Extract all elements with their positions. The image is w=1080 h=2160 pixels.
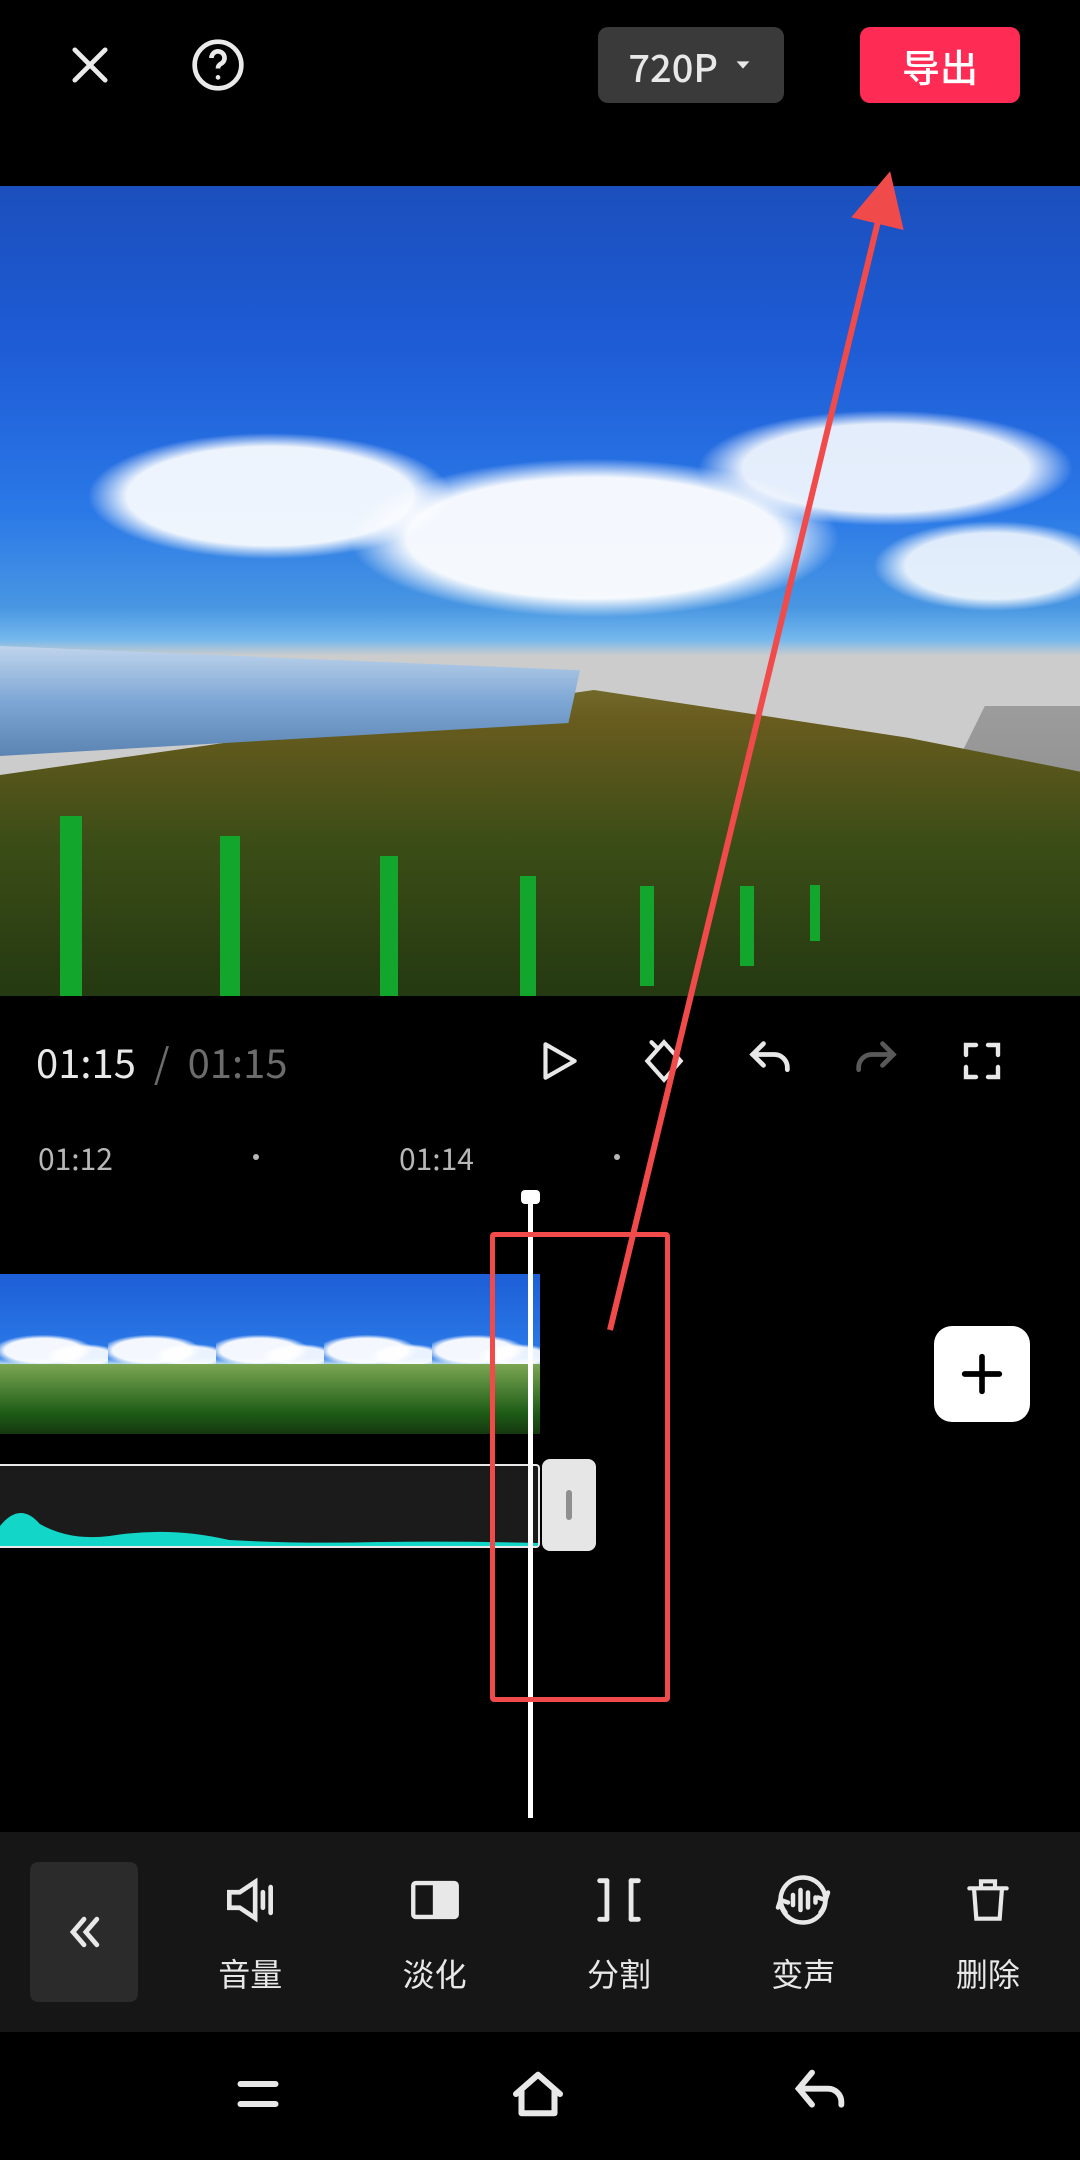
tool-label: 变声 bbox=[771, 1950, 835, 1996]
trash-icon bbox=[960, 1868, 1016, 1932]
edit-toolbar: 音量 淡化 分割 bbox=[0, 1832, 1080, 2032]
nav-recents-button[interactable] bbox=[228, 2064, 288, 2129]
tool-label: 淡化 bbox=[403, 1950, 467, 1996]
video-track[interactable] bbox=[0, 1274, 540, 1434]
current-time: 01:15 bbox=[36, 1032, 136, 1090]
close-button[interactable] bbox=[50, 25, 130, 105]
volume-icon bbox=[219, 1868, 281, 1932]
playhead[interactable] bbox=[528, 1196, 533, 1818]
playback-controls: 01:15 / 01:15 bbox=[0, 996, 1080, 1126]
undo-button[interactable] bbox=[722, 1013, 818, 1109]
tool-label: 删除 bbox=[956, 1950, 1020, 1996]
clip-thumbnail bbox=[324, 1274, 432, 1434]
collapse-toolbar-button[interactable] bbox=[30, 1862, 138, 2002]
duration: 01:15 bbox=[188, 1032, 288, 1090]
menu-icon bbox=[228, 2064, 288, 2124]
export-label: 导出 bbox=[902, 38, 978, 93]
voice-change-icon bbox=[773, 1868, 833, 1932]
nav-home-button[interactable] bbox=[505, 2061, 571, 2132]
play-button[interactable] bbox=[510, 1013, 606, 1109]
ruler-tick: 01:14 bbox=[399, 1135, 474, 1179]
ruler-dot bbox=[614, 1154, 620, 1160]
add-clip-button[interactable] bbox=[934, 1326, 1030, 1422]
fullscreen-button[interactable] bbox=[934, 1013, 1030, 1109]
tool-label: 分割 bbox=[587, 1950, 651, 1996]
timeline-ruler: 01:12 01:14 bbox=[0, 1126, 1080, 1188]
preview-clouds bbox=[0, 356, 1080, 636]
help-button[interactable] bbox=[178, 25, 258, 105]
tool-label: 音量 bbox=[218, 1950, 282, 1996]
tool-fade[interactable]: 淡化 bbox=[342, 1832, 526, 2032]
resolution-selector[interactable]: 720P bbox=[598, 27, 784, 103]
ruler-dot bbox=[253, 1154, 259, 1160]
tool-delete[interactable]: 删除 bbox=[896, 1832, 1080, 2032]
tool-volume[interactable]: 音量 bbox=[158, 1832, 342, 2032]
chevron-double-left-icon bbox=[62, 1910, 106, 1954]
audio-track[interactable] bbox=[0, 1464, 540, 1548]
split-icon bbox=[590, 1868, 648, 1932]
clip-thumbnail bbox=[0, 1274, 108, 1434]
audio-waveform bbox=[0, 1496, 538, 1546]
clip-thumbnail bbox=[216, 1274, 324, 1434]
timeline[interactable]: 01:12 01:14 bbox=[0, 1126, 1080, 1838]
back-icon bbox=[788, 2062, 852, 2126]
video-preview[interactable] bbox=[0, 186, 1080, 996]
top-bar: 720P 导出 bbox=[0, 0, 1080, 130]
keyframe-button[interactable] bbox=[616, 1013, 712, 1109]
tool-voice[interactable]: 变声 bbox=[711, 1832, 895, 2032]
tool-split[interactable]: 分割 bbox=[527, 1832, 711, 2032]
fade-icon bbox=[406, 1868, 464, 1932]
home-icon bbox=[505, 2061, 571, 2127]
redo-button[interactable] bbox=[828, 1013, 924, 1109]
plus-icon bbox=[956, 1348, 1008, 1400]
clip-thumbnail bbox=[108, 1274, 216, 1434]
clip-trim-handle[interactable] bbox=[542, 1459, 596, 1551]
ruler-tick: 01:12 bbox=[38, 1135, 113, 1179]
time-separator: / bbox=[146, 1032, 178, 1090]
export-button[interactable]: 导出 bbox=[860, 27, 1020, 103]
clip-thumbnail bbox=[432, 1274, 540, 1434]
system-nav-bar bbox=[0, 2032, 1080, 2160]
chevron-down-icon bbox=[732, 54, 754, 76]
resolution-label: 720P bbox=[628, 38, 718, 93]
nav-back-button[interactable] bbox=[788, 2062, 852, 2131]
